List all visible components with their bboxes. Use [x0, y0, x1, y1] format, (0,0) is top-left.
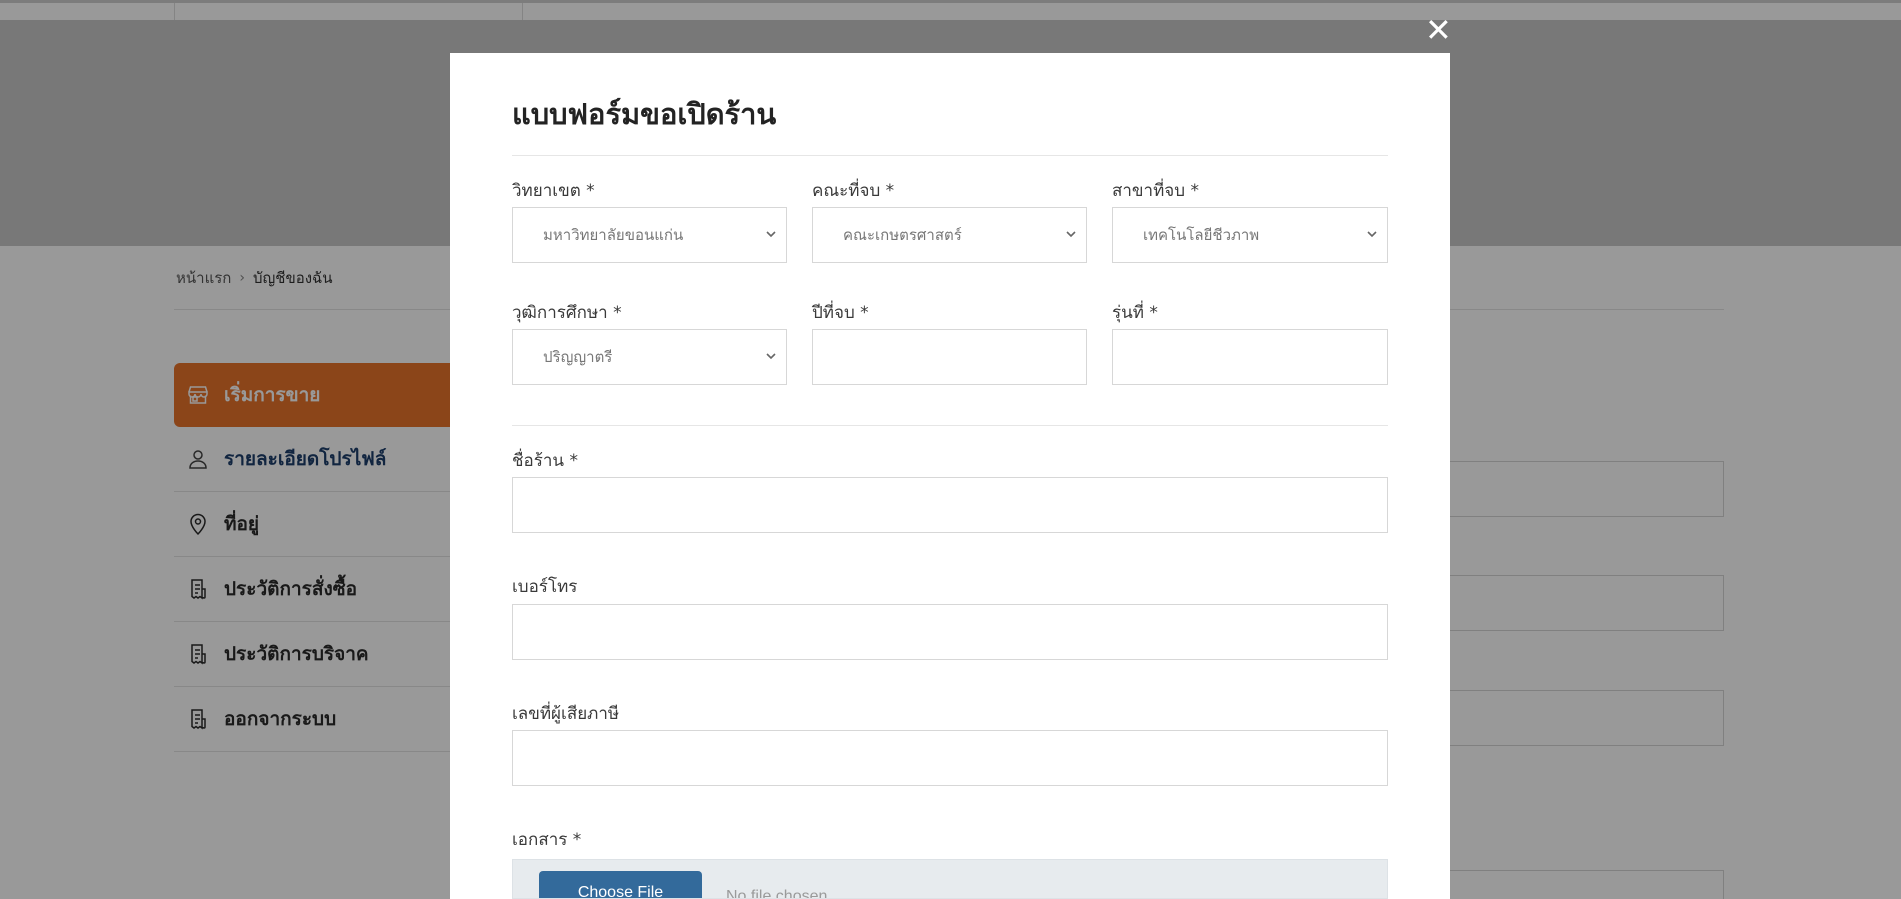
campus-field: วิทยาเขต * มหาวิทยาลัยขอนแก่น — [512, 177, 787, 263]
faculty-select[interactable]: คณะเกษตรศาสตร์ — [812, 207, 1087, 263]
tax-id-label: เลขที่ผู้เสียภาษี — [512, 704, 620, 724]
modal-title: แบบฟอร์มขอเปิดร้าน — [512, 97, 777, 131]
campus-select-value: มหาวิทยาลัยขอนแก่น — [543, 226, 684, 244]
major-select-value: เทคโนโลยีชีวภาพ — [1143, 226, 1260, 244]
open-shop-modal: แบบฟอร์มขอเปิดร้าน วิทยาเขต * มหาวิทยาลั… — [450, 53, 1450, 899]
phone-label: เบอร์โทร — [512, 577, 578, 597]
major-select[interactable]: เทคโนโลยีชีวภาพ — [1112, 207, 1388, 263]
major-field: สาขาที่จบ * เทคโนโลยีชีวภาพ — [1112, 177, 1388, 263]
campus-select[interactable]: มหาวิทยาลัยขอนแก่น — [512, 207, 787, 263]
major-label: สาขาที่จบ * — [1112, 181, 1199, 201]
faculty-label: คณะที่จบ * — [812, 181, 895, 201]
degree-select-value: ปริญญาตรี — [543, 348, 613, 366]
generation-label: รุ่นที่ * — [1112, 303, 1158, 323]
shop-name-label: ชื่อร้าน * — [512, 451, 578, 471]
grad-year-input[interactable] — [812, 329, 1087, 385]
degree-label: วุฒิการศึกษา * — [512, 303, 622, 323]
generation-field: รุ่นที่ * — [1112, 299, 1388, 385]
phone-field: เบอร์โทร — [512, 573, 1388, 660]
document-label: เอกสาร * — [512, 830, 582, 850]
faculty-field: คณะที่จบ * คณะเกษตรศาสตร์ — [812, 177, 1087, 263]
chevron-down-icon — [764, 349, 778, 363]
close-icon[interactable]: ✕ — [1425, 14, 1452, 46]
chevron-down-icon — [1365, 227, 1379, 241]
campus-label: วิทยาเขต * — [512, 181, 595, 201]
tax-id-input[interactable] — [512, 730, 1388, 786]
tax-id-field: เลขที่ผู้เสียภาษี — [512, 700, 1388, 786]
grad-year-label: ปีที่จบ * — [812, 303, 869, 323]
document-field: เอกสาร * — [512, 826, 1388, 856]
document-file-input[interactable]: Choose File No file chosen — [512, 859, 1388, 899]
chevron-down-icon — [764, 227, 778, 241]
shop-name-input[interactable] — [512, 477, 1388, 533]
degree-select[interactable]: ปริญญาตรี — [512, 329, 787, 385]
shop-name-field: ชื่อร้าน * — [512, 447, 1388, 533]
chevron-down-icon — [1064, 227, 1078, 241]
phone-input[interactable] — [512, 604, 1388, 660]
choose-file-button[interactable]: Choose File — [539, 871, 702, 898]
generation-input[interactable] — [1112, 329, 1388, 385]
title-divider — [512, 155, 1388, 156]
degree-field: วุฒิการศึกษา * ปริญญาตรี — [512, 299, 787, 385]
section-divider — [512, 425, 1388, 426]
faculty-select-value: คณะเกษตรศาสตร์ — [843, 226, 962, 244]
file-status-text: No file chosen — [726, 888, 828, 899]
grad-year-field: ปีที่จบ * — [812, 299, 1087, 385]
